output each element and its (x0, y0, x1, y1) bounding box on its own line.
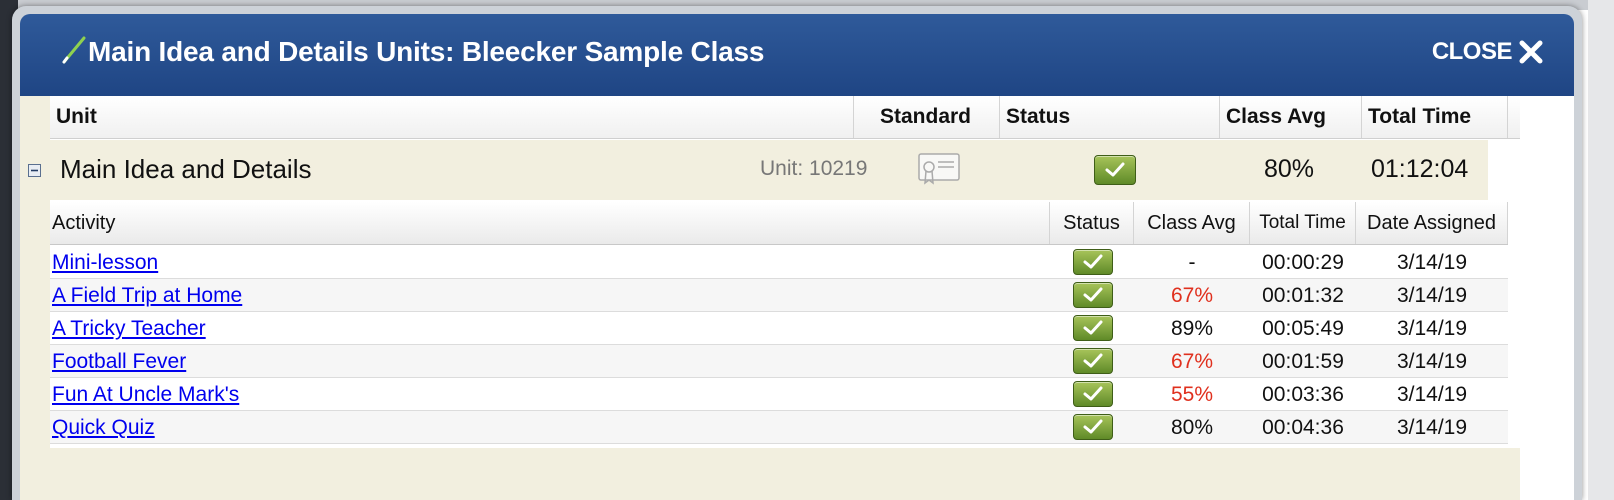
activity-total-time: 00:05:49 (1262, 317, 1344, 340)
activity-row: Mini-lesson - 00:00:29 3/14/19 (50, 246, 1508, 279)
checkmark-icon (1073, 414, 1113, 440)
dialog-title-bar: Main Idea and Details Units: Bleecker Sa… (20, 14, 1574, 96)
unit-status-check (1094, 155, 1136, 185)
activity-status-check (1073, 282, 1113, 308)
activity-row: A Field Trip at Home 67% 00:01:32 3/14/1… (50, 279, 1508, 312)
header-activity-class-avg[interactable]: Class Avg (1134, 202, 1250, 244)
activity-date-assigned: 3/14/19 (1396, 284, 1468, 307)
activity-link[interactable]: Football Fever (52, 350, 186, 374)
units-dialog: Main Idea and Details Units: Bleecker Sa… (12, 6, 1582, 500)
close-button[interactable]: CLOSE (1432, 36, 1544, 68)
close-label: CLOSE (1431, 38, 1513, 65)
activity-status-check (1073, 315, 1113, 341)
header-status[interactable]: Status (1000, 96, 1220, 138)
collapse-icon[interactable] (28, 164, 41, 177)
activity-date-assigned: 3/14/19 (1396, 416, 1468, 439)
activity-class-avg: 80% (1170, 416, 1214, 439)
activity-row: Football Fever 67% 00:01:59 3/14/19 (50, 345, 1508, 378)
unit-id: Unit: 10219 (760, 157, 868, 180)
header-activity[interactable]: Activity (50, 202, 1050, 244)
activity-link[interactable]: A Tricky Teacher (52, 317, 206, 341)
close-icon (1519, 40, 1543, 64)
activity-link[interactable]: Fun At Uncle Mark's (52, 383, 239, 407)
header-standard[interactable]: Standard (854, 96, 1000, 138)
activity-date-assigned: 3/14/19 (1396, 317, 1468, 340)
activity-row: Fun At Uncle Mark's 55% 00:03:36 3/14/19 (50, 378, 1508, 411)
activity-status-check (1073, 381, 1113, 407)
checkmark-icon (1073, 348, 1113, 374)
checkmark-icon (1073, 381, 1113, 407)
activity-class-avg: - (1188, 251, 1196, 274)
unit-table-header: Unit Standard Status Class Avg Total Tim… (50, 96, 1520, 139)
header-class-avg[interactable]: Class Avg (1220, 96, 1362, 138)
dialog-title: Main Idea and Details Units: Bleecker Sa… (88, 36, 765, 67)
activity-total-time: 00:03:36 (1262, 383, 1344, 406)
checkmark-icon (1073, 249, 1113, 275)
activity-class-avg: 55% (1170, 383, 1214, 406)
activity-class-avg: 67% (1170, 284, 1214, 307)
activity-total-time: 00:04:36 (1262, 416, 1344, 439)
unit-total-time: 01:12:04 (1371, 155, 1469, 183)
activity-status-check (1073, 414, 1113, 440)
activity-row: Quick Quiz 80% 00:04:36 3/14/19 (50, 411, 1508, 444)
activity-date-assigned: 3/14/19 (1396, 350, 1468, 373)
activity-row: A Tricky Teacher 89% 00:05:49 3/14/19 (50, 312, 1508, 345)
activity-status-check (1073, 249, 1113, 275)
checkmark-icon (1073, 282, 1113, 308)
activity-class-avg: 89% (1170, 317, 1214, 340)
unit-name: Main Idea and Details (60, 154, 312, 184)
unit-class-avg: 80% (1264, 155, 1315, 183)
activity-date-assigned: 3/14/19 (1396, 251, 1468, 274)
activity-class-avg: 67% (1170, 350, 1214, 373)
checkmark-icon (1073, 315, 1113, 341)
activity-status-check (1073, 348, 1113, 374)
activity-total-time: 00:01:32 (1262, 284, 1344, 307)
pencil-icon (62, 36, 86, 64)
checkmark-icon (1094, 155, 1136, 185)
header-total-time[interactable]: Total Time (1362, 96, 1508, 138)
table-footer (50, 448, 1520, 500)
header-date-assigned[interactable]: Date Assigned (1356, 202, 1508, 244)
header-activity-status[interactable]: Status (1050, 202, 1134, 244)
background-right (1588, 0, 1614, 500)
unit-row: Main Idea and Details Unit: 10219 80% 01… (20, 140, 1488, 200)
header-unit[interactable]: Unit (50, 96, 854, 138)
activity-total-time: 00:01:59 (1262, 350, 1344, 373)
activity-link[interactable]: A Field Trip at Home (52, 284, 242, 308)
activity-link[interactable]: Quick Quiz (52, 416, 155, 440)
certificate-icon[interactable] (918, 153, 960, 187)
header-activity-total-time[interactable]: Total Time (1250, 202, 1356, 244)
activity-table-header: Activity Status Class Avg Total Time Dat… (50, 202, 1508, 245)
activity-link[interactable]: Mini-lesson (52, 251, 158, 275)
activity-total-time: 00:00:29 (1262, 251, 1344, 274)
activity-date-assigned: 3/14/19 (1396, 383, 1468, 406)
dialog-content: Unit Standard Status Class Avg Total Tim… (20, 96, 1574, 500)
